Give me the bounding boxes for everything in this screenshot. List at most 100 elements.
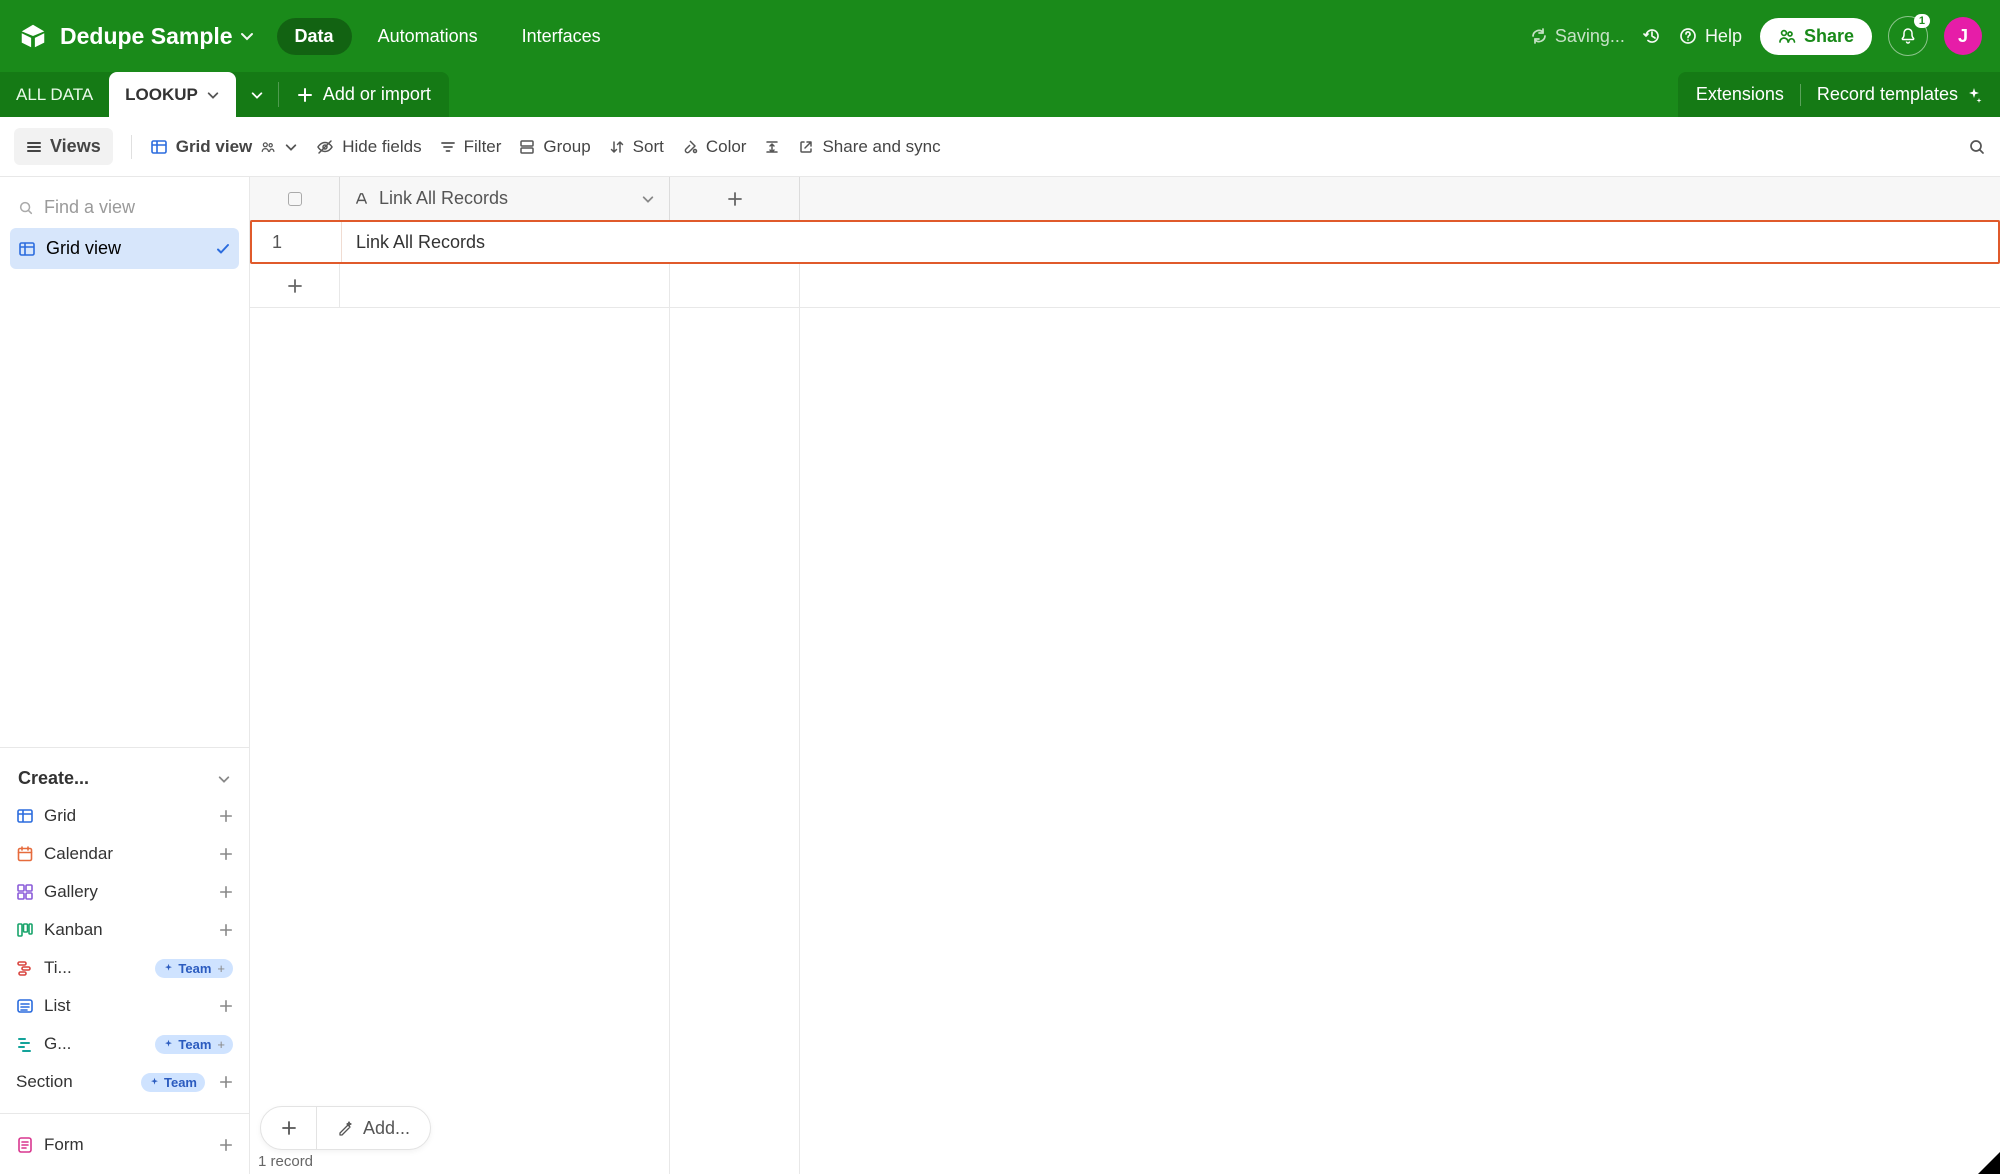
notifications-button[interactable]: 1	[1888, 16, 1928, 56]
check-icon	[215, 241, 231, 257]
create-label: Create...	[18, 768, 89, 789]
team-badge: Team+	[155, 959, 233, 978]
table-tab-all-data[interactable]: ALL DATA	[0, 72, 109, 117]
nav-interfaces[interactable]: Interfaces	[504, 18, 619, 55]
share-sync-label: Share and sync	[822, 137, 940, 157]
gantt-icon	[16, 1035, 34, 1053]
row-height-button[interactable]	[764, 139, 780, 155]
field-header[interactable]: Link All Records	[340, 177, 670, 220]
add-row[interactable]	[250, 264, 2000, 308]
vtype-label: Form	[44, 1135, 84, 1155]
magic-wand-icon	[337, 1120, 353, 1136]
eye-off-icon	[316, 138, 334, 156]
table-tab-label: ALL DATA	[16, 85, 93, 105]
plus-icon[interactable]	[219, 1075, 233, 1089]
vtype-label: G...	[44, 1034, 71, 1054]
field-name: Link All Records	[379, 188, 508, 209]
floating-add-bar: Add...	[260, 1106, 431, 1150]
sidebar-view-grid[interactable]: Grid view	[10, 228, 239, 269]
create-gallery-view[interactable]: Gallery	[10, 873, 239, 911]
vtype-label: Calendar	[44, 844, 113, 864]
floating-add-record[interactable]	[261, 1107, 317, 1149]
table-tab-lookup[interactable]: LOOKUP	[109, 72, 236, 117]
share-button[interactable]: Share	[1760, 18, 1872, 55]
plus-icon[interactable]	[219, 999, 233, 1013]
create-gantt-view[interactable]: G... Team+	[10, 1025, 239, 1063]
grid-icon	[150, 138, 168, 156]
create-list-view[interactable]: List	[10, 987, 239, 1025]
grid-row-selected[interactable]: 1 Link All Records	[250, 220, 2000, 264]
views-sidebar-toggle[interactable]: Views	[14, 128, 113, 165]
share-sync-button[interactable]: Share and sync	[798, 137, 940, 157]
sort-label: Sort	[633, 137, 664, 157]
row-number[interactable]: 1	[252, 222, 342, 262]
extensions-button[interactable]: Extensions	[1696, 84, 1784, 105]
user-avatar[interactable]: J	[1944, 17, 1982, 55]
history-icon	[1643, 27, 1661, 45]
color-label: Color	[706, 137, 747, 157]
saving-text: Saving...	[1555, 26, 1625, 47]
chevron-down-icon[interactable]	[284, 140, 298, 154]
floating-add-label: Add...	[363, 1118, 410, 1139]
calendar-icon	[16, 845, 34, 863]
create-calendar-view[interactable]: Calendar	[10, 835, 239, 873]
create-grid-view[interactable]: Grid	[10, 797, 239, 835]
floating-add-menu[interactable]: Add...	[317, 1118, 430, 1139]
app-header: Dedupe Sample Data Automations Interface…	[0, 0, 2000, 72]
sort-button[interactable]: Sort	[609, 137, 664, 157]
base-menu-chevron-icon[interactable]	[239, 28, 255, 44]
create-kanban-view[interactable]: Kanban	[10, 911, 239, 949]
help-label: Help	[1705, 26, 1742, 47]
kanban-icon	[16, 921, 34, 939]
nav-data[interactable]: Data	[277, 18, 352, 55]
search-records-button[interactable]	[1968, 138, 1986, 156]
filter-button[interactable]: Filter	[440, 137, 502, 157]
sort-icon	[609, 139, 625, 155]
hide-fields-button[interactable]: Hide fields	[316, 137, 421, 157]
sparkle-icon	[1966, 87, 1982, 103]
plus-icon[interactable]	[219, 923, 233, 937]
current-view-button[interactable]: Grid view	[150, 137, 299, 157]
chevron-down-icon[interactable]	[641, 192, 655, 206]
plus-icon[interactable]	[219, 1138, 233, 1152]
grid-icon	[18, 240, 36, 258]
add-row-plus[interactable]	[250, 264, 340, 307]
create-view-header[interactable]: Create...	[10, 760, 239, 797]
add-field-button[interactable]	[670, 177, 800, 220]
add-or-import-button[interactable]: Add or import	[279, 72, 449, 117]
plus-icon[interactable]	[219, 885, 233, 899]
record-count: 1 record	[258, 1153, 313, 1170]
vtype-label: Kanban	[44, 920, 103, 940]
saving-indicator: Saving...	[1531, 26, 1625, 47]
history-button[interactable]	[1643, 27, 1661, 45]
plus-icon[interactable]	[219, 809, 233, 823]
find-view-placeholder: Find a view	[44, 197, 135, 218]
color-button[interactable]: Color	[682, 137, 747, 157]
grid-cell[interactable]: Link All Records	[342, 222, 670, 262]
plus-icon[interactable]	[219, 847, 233, 861]
group-button[interactable]: Group	[519, 137, 590, 157]
create-form-view[interactable]: Form	[10, 1126, 239, 1164]
select-all-cell[interactable]	[250, 177, 340, 220]
create-timeline-view[interactable]: Ti... Team+	[10, 949, 239, 987]
base-name[interactable]: Dedupe Sample	[60, 23, 233, 50]
timeline-icon	[16, 959, 34, 977]
table-tab-label: LOOKUP	[125, 85, 198, 105]
help-button[interactable]: Help	[1679, 26, 1742, 47]
views-sidebar: Find a view Grid view Create... Grid	[0, 177, 250, 1174]
checkbox-icon[interactable]	[288, 192, 302, 206]
sidebar-view-label: Grid view	[46, 238, 121, 259]
share-out-icon	[798, 139, 814, 155]
chevron-down-icon[interactable]	[206, 88, 220, 102]
tables-overflow-menu[interactable]	[236, 72, 278, 117]
grid-header-row: Link All Records	[250, 177, 2000, 221]
nav-automations[interactable]: Automations	[360, 18, 496, 55]
create-section[interactable]: Section Team	[10, 1063, 239, 1101]
group-label: Group	[543, 137, 590, 157]
paint-icon	[682, 139, 698, 155]
record-templates-button[interactable]: Record templates	[1817, 84, 1982, 105]
vtype-label: Ti...	[44, 958, 72, 978]
find-view-input[interactable]: Find a view	[10, 187, 239, 228]
plus-icon	[297, 87, 313, 103]
share-label: Share	[1804, 26, 1854, 47]
